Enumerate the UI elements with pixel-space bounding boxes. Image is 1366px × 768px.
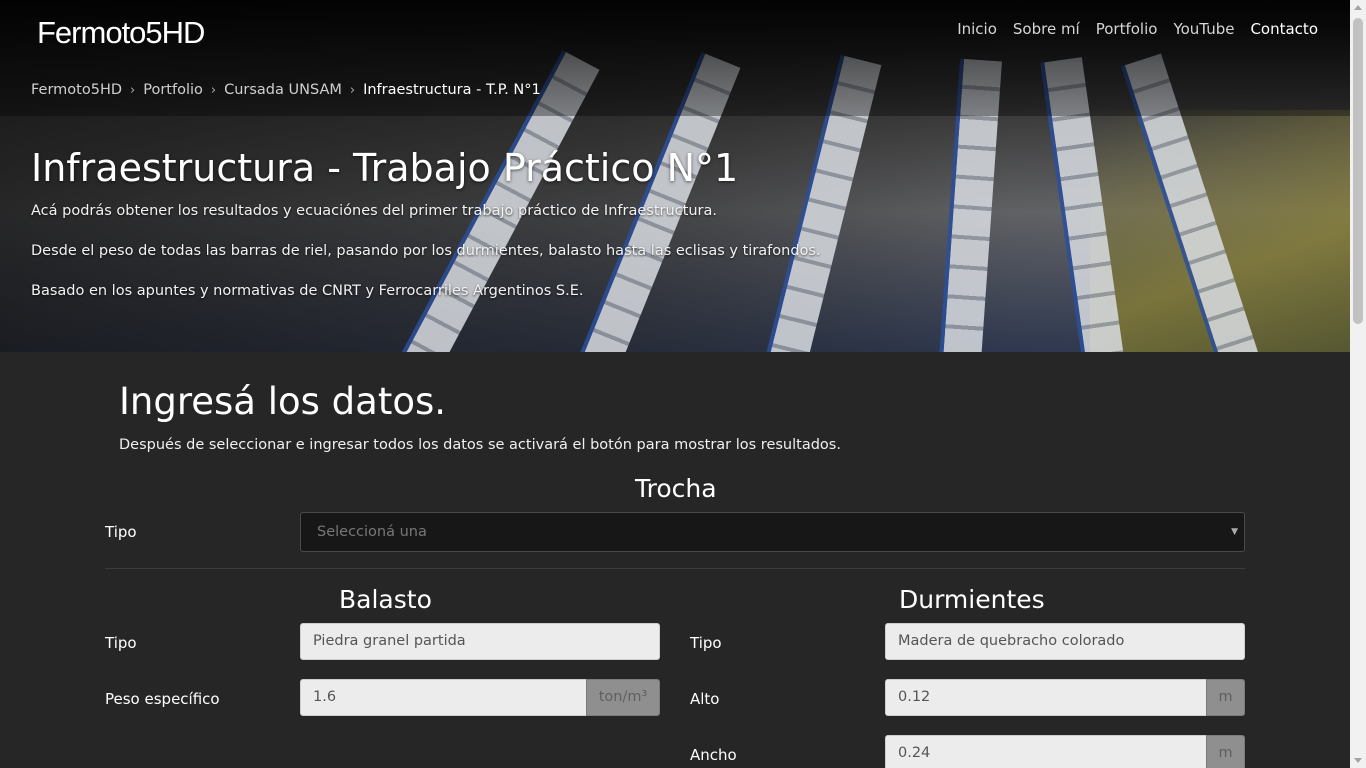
hero-paragraph: Basado en los apuntes y normativas de CN… <box>31 283 584 299</box>
section-heading-durmientes: Durmientes <box>899 585 1045 614</box>
nav-item-portfolio[interactable]: Portfolio <box>1096 20 1158 38</box>
balasto-peso-field[interactable]: 1.6 <box>300 679 587 716</box>
nav-item-sobre-mi[interactable]: Sobre mí <box>1013 20 1080 38</box>
trocha-tipo-select[interactable]: Seleccioná una ▼ <box>300 512 1245 552</box>
scrollbar-thumb[interactable] <box>1353 18 1363 324</box>
divider <box>105 568 1245 569</box>
chevron-down-icon: ▼ <box>1231 527 1238 537</box>
durmientes-ancho-unit: m <box>1206 735 1245 768</box>
durmientes-tipo-label: Tipo <box>690 634 722 652</box>
breadcrumb-item-current: Infraestructura - T.P. N°1 <box>363 82 541 98</box>
durmientes-alto-unit: m <box>1206 679 1245 716</box>
hero-paragraph: Acá podrás obtener los resultados y ecua… <box>31 203 717 219</box>
durmientes-alto-field[interactable]: 0.12 <box>885 679 1207 716</box>
breadcrumb-separator: › <box>210 82 217 98</box>
breadcrumb-separator: › <box>130 82 136 98</box>
nav-item-youtube[interactable]: YouTube <box>1173 20 1234 38</box>
durmientes-tipo-field[interactable]: Madera de quebracho colorado <box>885 623 1245 660</box>
scroll-down-icon[interactable] <box>1354 758 1362 763</box>
balasto-peso-unit: ton/m³ <box>586 679 660 716</box>
main-nav: Inicio Sobre mí Portfolio YouTube Contac… <box>957 20 1318 38</box>
trocha-tipo-placeholder: Seleccioná una <box>317 524 427 540</box>
hero-paragraph: Desde el peso de todas las barras de rie… <box>31 243 821 259</box>
durmientes-ancho-field[interactable]: 0.24 <box>885 735 1207 768</box>
breadcrumb-item-home[interactable]: Fermoto5HD <box>31 82 122 98</box>
durmientes-ancho-label: Ancho <box>690 746 737 764</box>
page-scrollbar[interactable] <box>1350 0 1366 768</box>
page-title: Infraestructura - Trabajo Práctico N°1 <box>31 146 739 190</box>
breadcrumb-separator: › <box>349 82 356 98</box>
brand-logo[interactable]: Fermoto5HD <box>37 15 205 51</box>
breadcrumb-item-portfolio[interactable]: Portfolio <box>143 82 203 98</box>
section-heading-balasto: Balasto <box>339 585 432 614</box>
breadcrumb: Fermoto5HD › Portfolio › Cursada UNSAM ›… <box>31 82 541 98</box>
nav-item-inicio[interactable]: Inicio <box>957 20 997 38</box>
durmientes-alto-label: Alto <box>690 690 720 708</box>
balasto-tipo-field[interactable]: Piedra granel partida <box>300 623 660 660</box>
form-title: Ingresá los datos. <box>119 380 447 423</box>
balasto-peso-label: Peso específico <box>105 690 220 708</box>
breadcrumb-item-cursada[interactable]: Cursada UNSAM <box>224 82 342 98</box>
nav-item-contacto[interactable]: Contacto <box>1250 20 1318 38</box>
balasto-tipo-label: Tipo <box>105 634 137 652</box>
form-subtitle: Después de seleccionar e ingresar todos … <box>119 437 841 453</box>
trocha-tipo-label: Tipo <box>105 523 137 541</box>
section-heading-trocha: Trocha <box>635 474 717 503</box>
hero-banner: Fermoto5HD Inicio Sobre mí Portfolio You… <box>0 0 1350 352</box>
scroll-up-icon[interactable] <box>1354 5 1362 10</box>
